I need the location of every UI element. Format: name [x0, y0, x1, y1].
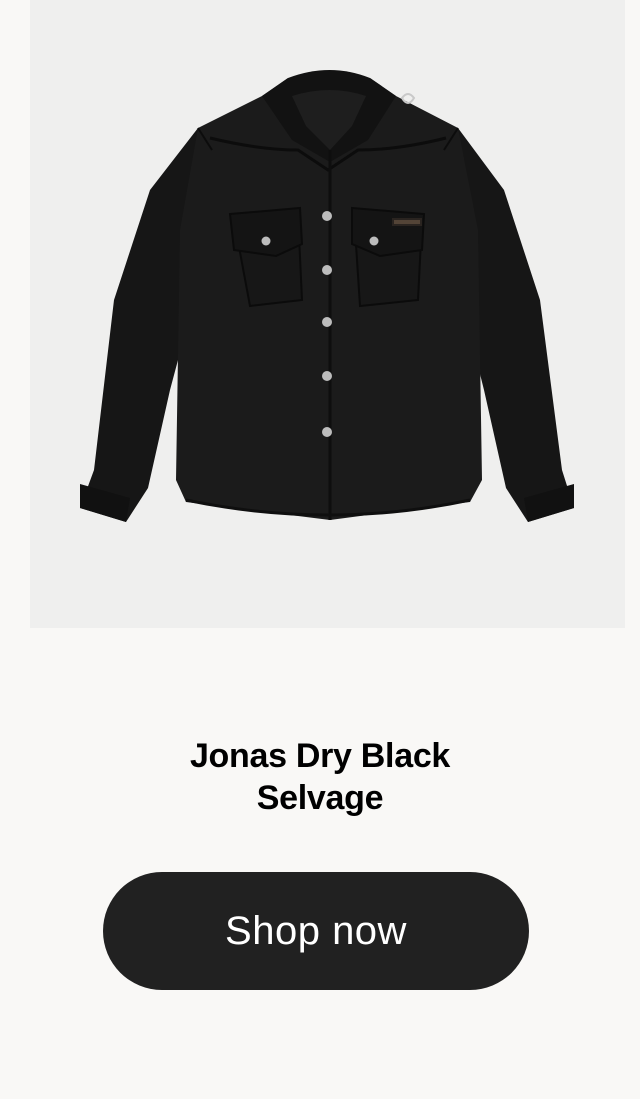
shop-now-button[interactable]: Shop now [103, 872, 529, 990]
product-image[interactable] [30, 0, 625, 628]
product-title-line-1: Jonas Dry Black [189, 736, 451, 775]
product-title: Jonas Dry Black Selvage [0, 735, 640, 819]
product-title-line-2: Selvage [256, 778, 384, 817]
black-western-shirt-image [80, 70, 574, 522]
